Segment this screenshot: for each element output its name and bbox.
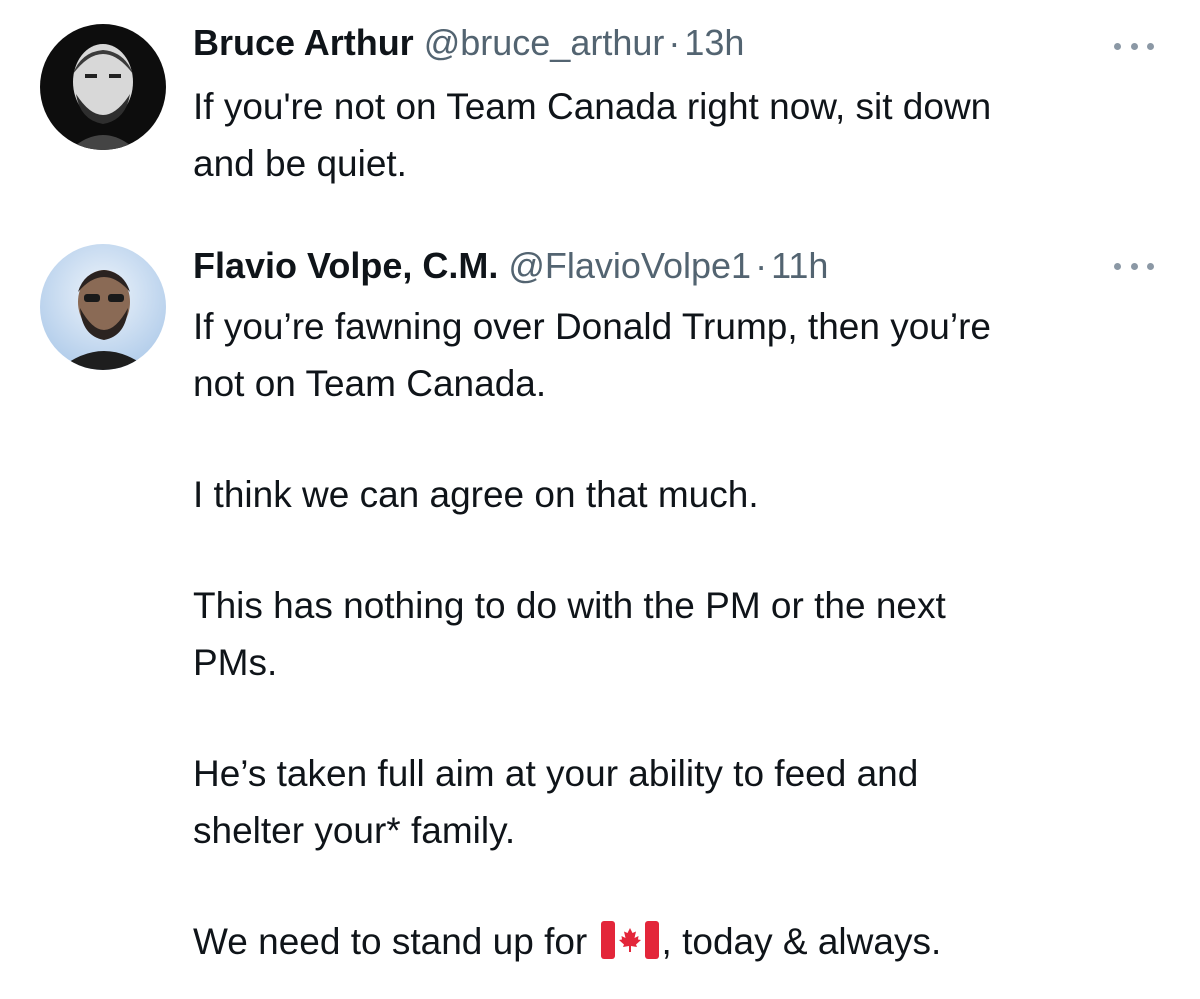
tweet-text-line: and be quiet.	[193, 143, 407, 184]
dot-icon	[1147, 262, 1154, 270]
separator-dot: ·	[755, 245, 768, 286]
tweet-paragraph: He’s taken full aim at your ability to f…	[193, 745, 1173, 859]
tweet-text-line: If you’re fawning over Donald Trump, the…	[193, 306, 991, 347]
tweet-header: Flavio Volpe, C.M. @FlavioVolpe1 · 11h	[193, 244, 828, 288]
tweet-text-line: This has nothing to do with the PM or th…	[193, 585, 946, 626]
tweet[interactable]: Flavio Volpe, C.M. @FlavioVolpe1 · 11h If y…	[0, 230, 1200, 999]
user-handle[interactable]: @FlavioVolpe1	[508, 245, 751, 286]
tweet-header: Bruce Arthur @bruce_arthur · 13h	[193, 21, 744, 65]
timestamp[interactable]: 13h	[684, 22, 744, 63]
display-name[interactable]: Bruce Arthur	[193, 22, 414, 63]
avatar[interactable]	[40, 244, 166, 370]
more-options-icon[interactable]	[1114, 260, 1154, 272]
avatar[interactable]	[40, 24, 166, 150]
timestamp[interactable]: 11h	[771, 245, 828, 286]
tweet-text-line: If you're not on Team Canada right now, …	[193, 86, 992, 127]
tweet-text-segment: We need to stand up for	[193, 921, 588, 962]
display-name[interactable]: Flavio Volpe, C.M.	[193, 245, 498, 286]
tweet-text-segment: , today & always.	[661, 921, 942, 962]
tweet-text-line: PMs.	[193, 642, 278, 683]
dot-icon	[1114, 42, 1121, 50]
dot-icon	[1114, 262, 1121, 270]
tweet-text: If you’re fawning over Donald Trump, the…	[193, 298, 1173, 975]
user-photo-icon	[40, 244, 166, 370]
tweet-text-line: He’s taken full aim at your ability to f…	[193, 753, 919, 794]
separator-dot: ·	[668, 22, 681, 63]
more-options-icon[interactable]	[1114, 40, 1154, 52]
tweet-paragraph: This has nothing to do with the PM or th…	[193, 577, 1173, 691]
tweet[interactable]: Bruce Arthur @bruce_arthur · 13h If you're …	[0, 0, 1200, 230]
dot-icon	[1130, 262, 1138, 270]
dot-icon	[1130, 42, 1138, 50]
tweet-paragraph: We need to stand up for , today & always…	[193, 913, 1173, 975]
user-handle[interactable]: @bruce_arthur	[424, 22, 665, 63]
dot-icon	[1147, 42, 1154, 50]
tweet-text-line: not on Team Canada.	[193, 363, 547, 404]
tweet-text-line: I think we can agree on that much.	[193, 474, 759, 515]
tweet-text-line: shelter your* family.	[193, 810, 516, 851]
canada-flag-icon	[600, 918, 659, 975]
tweet-paragraph: If you’re fawning over Donald Trump, the…	[193, 298, 1173, 412]
user-photo-icon	[40, 24, 166, 150]
tweet-paragraph: I think we can agree on that much.	[193, 466, 1173, 523]
tweet-text: If you're not on Team Canada right now, …	[193, 78, 1173, 192]
